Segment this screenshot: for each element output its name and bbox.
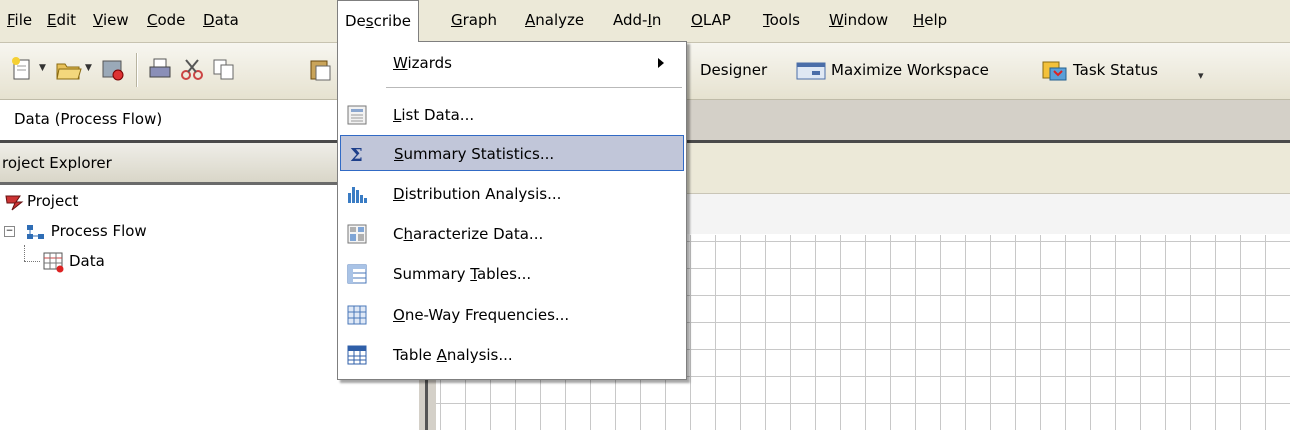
menu-analyze[interactable]: Analyze bbox=[518, 0, 591, 42]
summary-table-icon bbox=[347, 264, 367, 284]
task-status-button[interactable]: Task Status bbox=[1042, 57, 1158, 83]
tree-connector bbox=[24, 261, 40, 263]
menu-describe[interactable]: Describe bbox=[337, 0, 419, 42]
menu-item-summary-tables[interactable]: Summary Tables... bbox=[340, 256, 684, 292]
histogram-icon bbox=[348, 187, 367, 203]
menu-item-one-way-frequencies[interactable]: One-Way Frequencies... bbox=[340, 297, 684, 333]
menu-item-summary-statistics[interactable]: Σ Summary Statistics... bbox=[340, 135, 684, 171]
toolbar-separator bbox=[136, 53, 138, 87]
tree-connector bbox=[24, 245, 26, 261]
menu-item-characterize-data[interactable]: Characterize Data... bbox=[340, 216, 684, 252]
tree-node-data[interactable]: Data bbox=[42, 247, 105, 275]
menu-item-distribution-analysis[interactable]: Distribution Analysis... bbox=[340, 176, 684, 212]
sigma-icon: Σ bbox=[350, 145, 363, 165]
task-status-icon bbox=[1042, 61, 1067, 80]
menu-view[interactable]: View bbox=[86, 0, 136, 42]
maximize-workspace-label: Maximize Workspace bbox=[831, 61, 989, 79]
open-folder-icon[interactable] bbox=[54, 55, 82, 83]
describe-menu: Wizards List Data... Σ Summary Statistic… bbox=[337, 41, 687, 380]
toolbar-overflow-icon[interactable]: ▾ bbox=[1198, 69, 1204, 82]
cut-icon[interactable] bbox=[178, 55, 206, 83]
copy-icon[interactable] bbox=[210, 55, 238, 83]
open-dropdown-icon[interactable]: ▼ bbox=[85, 63, 92, 73]
tree-node-project-label: Project bbox=[27, 192, 79, 210]
process-flow-icon bbox=[26, 224, 44, 239]
svg-text:Σ: Σ bbox=[350, 145, 363, 165]
menu-item-list-data[interactable]: List Data... bbox=[340, 97, 684, 133]
new-icon[interactable] bbox=[8, 55, 36, 83]
menu-item-table-analysis[interactable]: Table Analysis... bbox=[340, 337, 684, 373]
menu-window[interactable]: Window bbox=[822, 0, 895, 42]
new-dropdown-icon[interactable]: ▼ bbox=[39, 63, 46, 73]
maximize-workspace-button[interactable]: Maximize Workspace bbox=[796, 57, 989, 83]
designer-label: Designer bbox=[700, 61, 768, 79]
import-icon[interactable] bbox=[98, 55, 126, 83]
menu-addin[interactable]: Add-In bbox=[606, 0, 668, 42]
menu-help[interactable]: Help bbox=[906, 0, 954, 42]
project-icon bbox=[5, 195, 24, 210]
menu-olap[interactable]: OLAP bbox=[684, 0, 738, 42]
menu-code[interactable]: Code bbox=[140, 0, 192, 42]
frequency-table-icon bbox=[347, 305, 367, 325]
menu-separator bbox=[386, 87, 682, 88]
data-table-icon bbox=[43, 252, 64, 272]
paste-icon[interactable] bbox=[306, 55, 334, 83]
submenu-arrow-icon bbox=[658, 58, 664, 68]
print-icon[interactable] bbox=[146, 55, 174, 83]
tree-node-data-label: Data bbox=[69, 252, 105, 270]
menu-file[interactable]: File bbox=[0, 0, 39, 42]
tree-node-project[interactable]: Project bbox=[4, 187, 78, 215]
tree-node-process-flow-label: Process Flow bbox=[50, 222, 147, 240]
menu-file-rest: ile bbox=[14, 11, 33, 29]
maximize-workspace-icon bbox=[796, 62, 826, 79]
tree-node-process-flow[interactable]: − Process Flow bbox=[4, 217, 147, 245]
collapse-icon[interactable]: − bbox=[4, 226, 15, 237]
characterize-icon bbox=[347, 224, 367, 244]
menu-edit[interactable]: Edit bbox=[40, 0, 83, 42]
menu-bar: File Edit View Code Data Describe Graph … bbox=[0, 0, 1290, 43]
designer-button[interactable]: Designer bbox=[700, 57, 767, 83]
menu-data[interactable]: Data bbox=[196, 0, 246, 42]
table-analysis-icon bbox=[347, 345, 367, 365]
menu-item-wizards[interactable]: Wizards bbox=[340, 45, 684, 81]
list-data-icon bbox=[347, 105, 367, 125]
menu-graph[interactable]: Graph bbox=[444, 0, 504, 42]
task-status-label: Task Status bbox=[1073, 61, 1158, 79]
menu-tools[interactable]: Tools bbox=[756, 0, 807, 42]
